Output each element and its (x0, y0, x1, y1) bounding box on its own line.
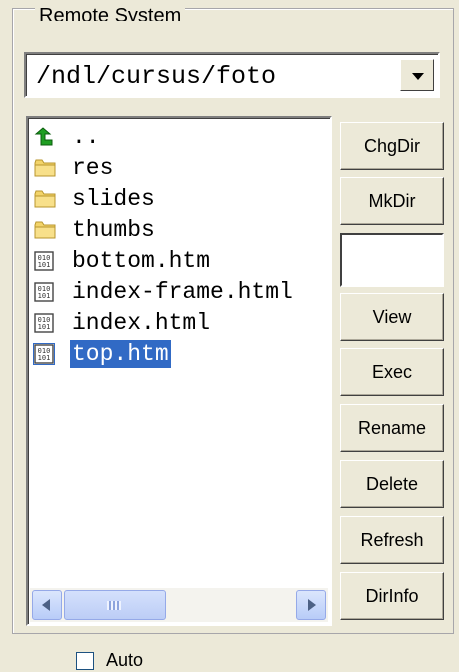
horizontal-scrollbar[interactable] (30, 588, 328, 622)
group-title: Remote System (35, 7, 186, 21)
grip-icon (107, 601, 121, 610)
scrollbar-thumb[interactable] (64, 590, 166, 620)
dirinfo-button[interactable]: DirInfo (340, 572, 444, 620)
chgdir-button[interactable]: ChgDir (340, 122, 444, 170)
list-item-label: top.htm (70, 340, 171, 368)
combo-dropdown-button[interactable] (400, 59, 434, 91)
svg-text:101: 101 (38, 261, 51, 269)
command-input[interactable] (340, 233, 444, 287)
list-item-label: res (72, 155, 114, 181)
folder-icon (34, 189, 56, 209)
delete-button[interactable]: Delete (340, 460, 444, 508)
file-icon: 010 101 (33, 343, 55, 365)
list-item-label: index-frame.html (72, 279, 293, 305)
folder-icon (34, 220, 56, 240)
refresh-button[interactable]: Refresh (340, 516, 444, 564)
list-item[interactable]: slides (28, 184, 330, 215)
list-item[interactable]: res (28, 153, 330, 184)
list-item[interactable]: thumbs (28, 215, 330, 246)
list-item[interactable]: 010 101 index.html (28, 308, 330, 339)
list-item-label: index.html (72, 310, 211, 336)
svg-text:101: 101 (38, 354, 51, 362)
file-icon: 010 101 (34, 282, 54, 302)
rename-button[interactable]: Rename (340, 404, 444, 452)
up-folder-icon (34, 127, 54, 147)
list-item-label: .. (72, 124, 100, 150)
list-item-label: slides (72, 186, 155, 212)
list-item[interactable]: 010 101 bottom.htm (28, 246, 330, 277)
list-item-label: bottom.htm (72, 248, 211, 274)
list-item-label: thumbs (72, 217, 155, 243)
list-item[interactable]: 010 101 top.htm (28, 339, 330, 370)
auto-checkbox[interactable] (76, 652, 94, 670)
remote-file-list[interactable]: .. res slides thumbs 010 101 bottom.htm 010 101 i… (26, 116, 332, 626)
chevron-down-icon (412, 73, 424, 80)
remote-path-value: /ndl/cursus/foto (36, 62, 277, 91)
mkdir-button[interactable]: MkDir (340, 177, 444, 225)
svg-text:101: 101 (38, 292, 51, 300)
list-item[interactable]: 010 101 index-frame.html (28, 277, 330, 308)
scroll-right-button[interactable] (296, 590, 326, 620)
svg-text:101: 101 (38, 323, 51, 331)
exec-button[interactable]: Exec (340, 348, 444, 396)
folder-icon (34, 158, 56, 178)
view-button[interactable]: View (340, 293, 444, 341)
file-icon: 010 101 (34, 313, 54, 333)
arrow-left-icon (42, 599, 50, 611)
remote-path-combo[interactable]: /ndl/cursus/foto (24, 52, 440, 98)
scroll-left-button[interactable] (32, 590, 62, 620)
file-icon: 010 101 (34, 251, 54, 271)
arrow-right-icon (308, 599, 316, 611)
list-item[interactable]: .. (28, 122, 330, 153)
